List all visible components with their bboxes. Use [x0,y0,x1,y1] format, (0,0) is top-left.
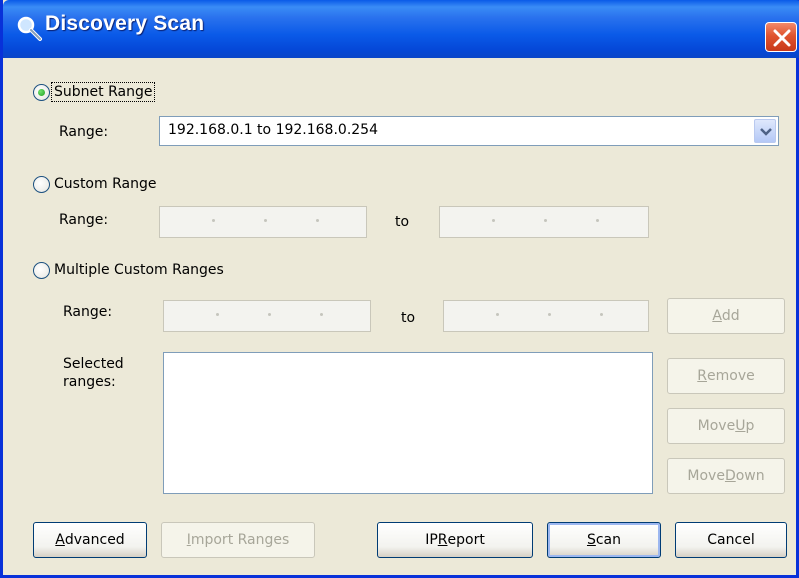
custom-range-radio[interactable] [33,175,50,193]
multiple-range-start-ip[interactable] [163,300,371,332]
add-button[interactable]: Add [667,298,785,334]
ip-report-button[interactable]: IP Report [377,522,533,558]
subnet-range-label: Subnet Range [50,82,156,102]
discovery-scan-window: Discovery Scan Subnet Range Range: 192.1… [0,0,799,578]
custom-range-option[interactable]: Custom Range [33,172,158,196]
multiple-range-to-label: to [401,310,416,326]
combo-dropdown-button[interactable] [754,119,776,143]
custom-range-to-label: to [395,214,410,230]
close-icon [773,29,791,47]
window-title: Discovery Scan [45,12,205,35]
multiple-ranges-option[interactable]: Multiple Custom Ranges [33,258,226,282]
remove-button[interactable]: Remove [667,358,785,394]
title-bar[interactable]: Discovery Scan [3,0,799,58]
selected-ranges-list[interactable] [163,352,653,494]
subnet-range-combo[interactable]: 192.168.0.1 to 192.168.0.254 [159,116,779,146]
subnet-range-option[interactable]: Subnet Range [33,80,156,104]
magnifier-icon [15,14,45,44]
custom-range-end-ip[interactable] [439,206,649,238]
close-button[interactable] [765,22,797,52]
scan-button[interactable]: Scan [547,522,661,558]
custom-range-label-text: Range: [59,212,109,228]
import-ranges-button[interactable]: Import Ranges [161,522,315,558]
multiple-range-end-ip[interactable] [443,300,649,332]
selected-ranges-label: Selected [63,356,124,372]
multiple-ranges-label: Multiple Custom Ranges [54,262,224,278]
subnet-range-value: 192.168.0.1 to 192.168.0.254 [168,122,378,138]
subnet-range-radio[interactable] [33,83,50,101]
move-down-button[interactable]: Move Down [667,458,785,494]
custom-range-start-ip[interactable] [159,206,367,238]
multiple-ranges-radio[interactable] [33,261,50,279]
chevron-down-icon [760,128,772,136]
multiple-range-label-text: Range: [63,304,113,320]
cancel-button[interactable]: Cancel [675,522,787,558]
advanced-button[interactable]: Advanced [33,522,147,558]
custom-range-label: Custom Range [54,176,157,192]
subnet-range-label-text: Range: [59,124,109,140]
selected-ranges-label-2: ranges: [63,374,116,390]
move-up-button[interactable]: Move Up [667,408,785,444]
